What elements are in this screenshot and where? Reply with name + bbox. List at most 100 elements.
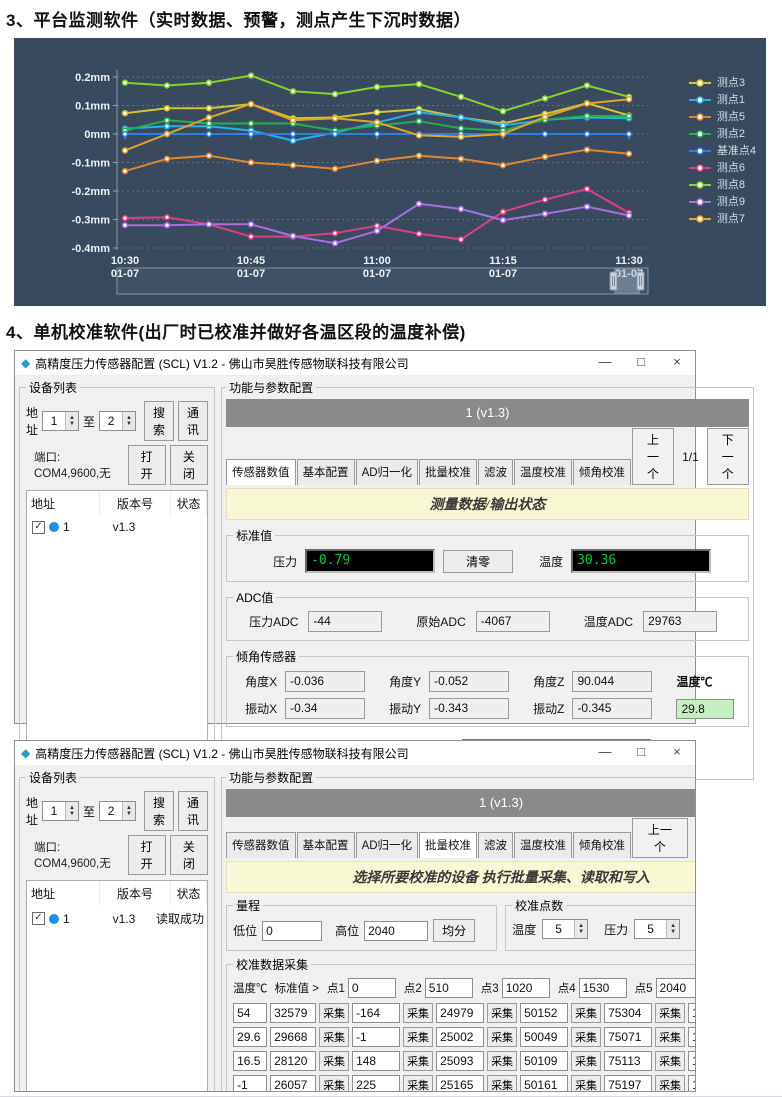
legend-item[interactable]: 测点8 [688, 180, 756, 190]
zero-button[interactable]: 清零 [443, 550, 513, 573]
calib-value-field[interactable]: 100158 [688, 1075, 696, 1092]
tab-0[interactable]: 传感器数值 [226, 832, 296, 858]
calib-value-field[interactable]: -1 [352, 1027, 400, 1047]
tab-4[interactable]: 滤波 [478, 459, 513, 485]
addr-to-spinner[interactable]: 2▲▼ [99, 411, 136, 431]
calib-value-field[interactable]: 225 [352, 1075, 400, 1092]
collect-button[interactable]: 采集 [403, 1027, 433, 1047]
calib-value-field[interactable]: 25093 [436, 1051, 484, 1071]
calib-value-field[interactable]: 100356 [688, 1003, 696, 1023]
open-button[interactable]: 打开 [128, 835, 166, 875]
search-button[interactable]: 搜索 [144, 401, 174, 441]
addr-to-spinner[interactable]: 2▲▼ [99, 801, 136, 821]
collect-button[interactable]: 采集 [487, 1003, 517, 1023]
spinner-arrows-icon[interactable]: ▲▼ [666, 920, 679, 938]
temp-points-spinner[interactable]: 5▲▼ [542, 919, 588, 939]
prev-device-button[interactable]: 上一个 [632, 428, 674, 485]
maximize-button[interactable]: □ [623, 351, 659, 375]
calib-value-field[interactable]: 24979 [436, 1003, 484, 1023]
collect-button[interactable]: 采集 [655, 1051, 685, 1071]
collect-button[interactable]: 采集 [571, 1003, 601, 1023]
legend-item[interactable]: 测点1 [688, 95, 756, 105]
close-port-button[interactable]: 关闭 [170, 835, 208, 875]
tab-3[interactable]: 批量校准 [419, 832, 477, 858]
calib-temp-adc-field[interactable]: 32579 [270, 1003, 316, 1023]
calib-value-field[interactable]: 50109 [520, 1051, 568, 1071]
device-checkbox[interactable]: ✓ [32, 912, 45, 925]
split-evenly-button[interactable]: 均分 [433, 919, 475, 942]
legend-item[interactable]: 测点7 [688, 214, 756, 224]
close-button[interactable]: × [659, 351, 695, 375]
tab-5[interactable]: 温度校准 [514, 459, 572, 485]
point-value-field[interactable]: 1020 [502, 978, 550, 998]
calib-value-field[interactable]: 75197 [604, 1075, 652, 1092]
collect-button[interactable]: 采集 [571, 1027, 601, 1047]
tab-3[interactable]: 批量校准 [419, 459, 477, 485]
collect-button[interactable]: 采集 [319, 1003, 349, 1023]
close-port-button[interactable]: 关闭 [170, 445, 208, 485]
device-checkbox[interactable]: ✓ [32, 521, 45, 534]
tab-1[interactable]: 基本配置 [297, 832, 355, 858]
calib-value-field[interactable]: 75071 [604, 1027, 652, 1047]
legend-item[interactable]: 基准点4 [688, 146, 756, 156]
tab-1[interactable]: 基本配置 [297, 459, 355, 485]
next-device-button[interactable]: 下一个 [707, 428, 749, 485]
calib-value-field[interactable]: 50049 [520, 1027, 568, 1047]
device-row[interactable]: ✓ 1 v1.3 读取成功 [27, 906, 207, 931]
high-field[interactable]: 2040 [364, 921, 428, 941]
collect-button[interactable]: 采集 [403, 1003, 433, 1023]
legend-item[interactable]: 测点5 [688, 112, 756, 122]
comm-button[interactable]: 通讯 [178, 791, 208, 831]
collect-button[interactable]: 采集 [403, 1075, 433, 1092]
legend-item[interactable]: 测点9 [688, 197, 756, 207]
tab-5[interactable]: 温度校准 [514, 832, 572, 858]
calib-temp-adc-field[interactable]: 26057 [270, 1075, 316, 1092]
open-button[interactable]: 打开 [128, 445, 166, 485]
addr-from-spinner[interactable]: 1▲▼ [42, 411, 79, 431]
tab-0[interactable]: 传感器数值 [226, 459, 296, 485]
minimize-button[interactable]: — [587, 741, 623, 765]
collect-button[interactable]: 采集 [655, 1027, 685, 1047]
spinner-arrows-icon[interactable]: ▲▼ [122, 412, 135, 430]
collect-button[interactable]: 采集 [319, 1051, 349, 1071]
tab-4[interactable]: 滤波 [478, 832, 513, 858]
calib-value-field[interactable]: 148 [352, 1051, 400, 1071]
collect-button[interactable]: 采集 [487, 1075, 517, 1092]
collect-button[interactable]: 采集 [487, 1051, 517, 1071]
point-value-field[interactable]: 0 [348, 978, 396, 998]
legend-item[interactable]: 测点6 [688, 163, 756, 173]
calib-value-field[interactable]: 25002 [436, 1027, 484, 1047]
collect-button[interactable]: 采集 [571, 1051, 601, 1071]
point-value-field[interactable]: 510 [425, 978, 473, 998]
tab-6[interactable]: 倾角校准 [573, 459, 631, 485]
collect-button[interactable]: 采集 [319, 1075, 349, 1092]
legend-item[interactable]: 测点3 [688, 78, 756, 88]
tab-6[interactable]: 倾角校准 [573, 832, 631, 858]
calib-value-field[interactable]: 25165 [436, 1075, 484, 1092]
spinner-arrows-icon[interactable]: ▲▼ [65, 412, 78, 430]
device-row[interactable]: ✓ 1 v1.3 [27, 516, 207, 538]
calib-temp-adc-field[interactable]: 29668 [270, 1027, 316, 1047]
calib-value-field[interactable]: 75113 [604, 1051, 652, 1071]
calib-value-field[interactable]: -164 [352, 1003, 400, 1023]
point-value-field[interactable]: 2040 [656, 978, 696, 998]
spinner-arrows-icon[interactable]: ▲▼ [122, 802, 135, 820]
collect-button[interactable]: 采集 [655, 1003, 685, 1023]
prev-device-button[interactable]: 上一个 [632, 818, 688, 858]
addr-from-spinner[interactable]: 1▲▼ [42, 801, 79, 821]
spinner-arrows-icon[interactable]: ▲▼ [574, 920, 587, 938]
search-button[interactable]: 搜索 [144, 791, 174, 831]
calib-temp-field[interactable]: -1 [233, 1075, 267, 1092]
comm-button[interactable]: 通讯 [178, 401, 208, 441]
calib-temp-field[interactable]: 29.6 [233, 1027, 267, 1047]
collect-button[interactable]: 采集 [403, 1051, 433, 1071]
collect-button[interactable]: 采集 [655, 1075, 685, 1092]
minimize-button[interactable]: — [587, 351, 623, 375]
collect-button[interactable]: 采集 [571, 1075, 601, 1092]
calib-value-field[interactable]: 50152 [520, 1003, 568, 1023]
legend-item[interactable]: 测点2 [688, 129, 756, 139]
collect-button[interactable]: 采集 [487, 1027, 517, 1047]
calib-temp-field[interactable]: 16.5 [233, 1051, 267, 1071]
maximize-button[interactable]: □ [623, 741, 659, 765]
calib-value-field[interactable]: 100066 [688, 1051, 696, 1071]
